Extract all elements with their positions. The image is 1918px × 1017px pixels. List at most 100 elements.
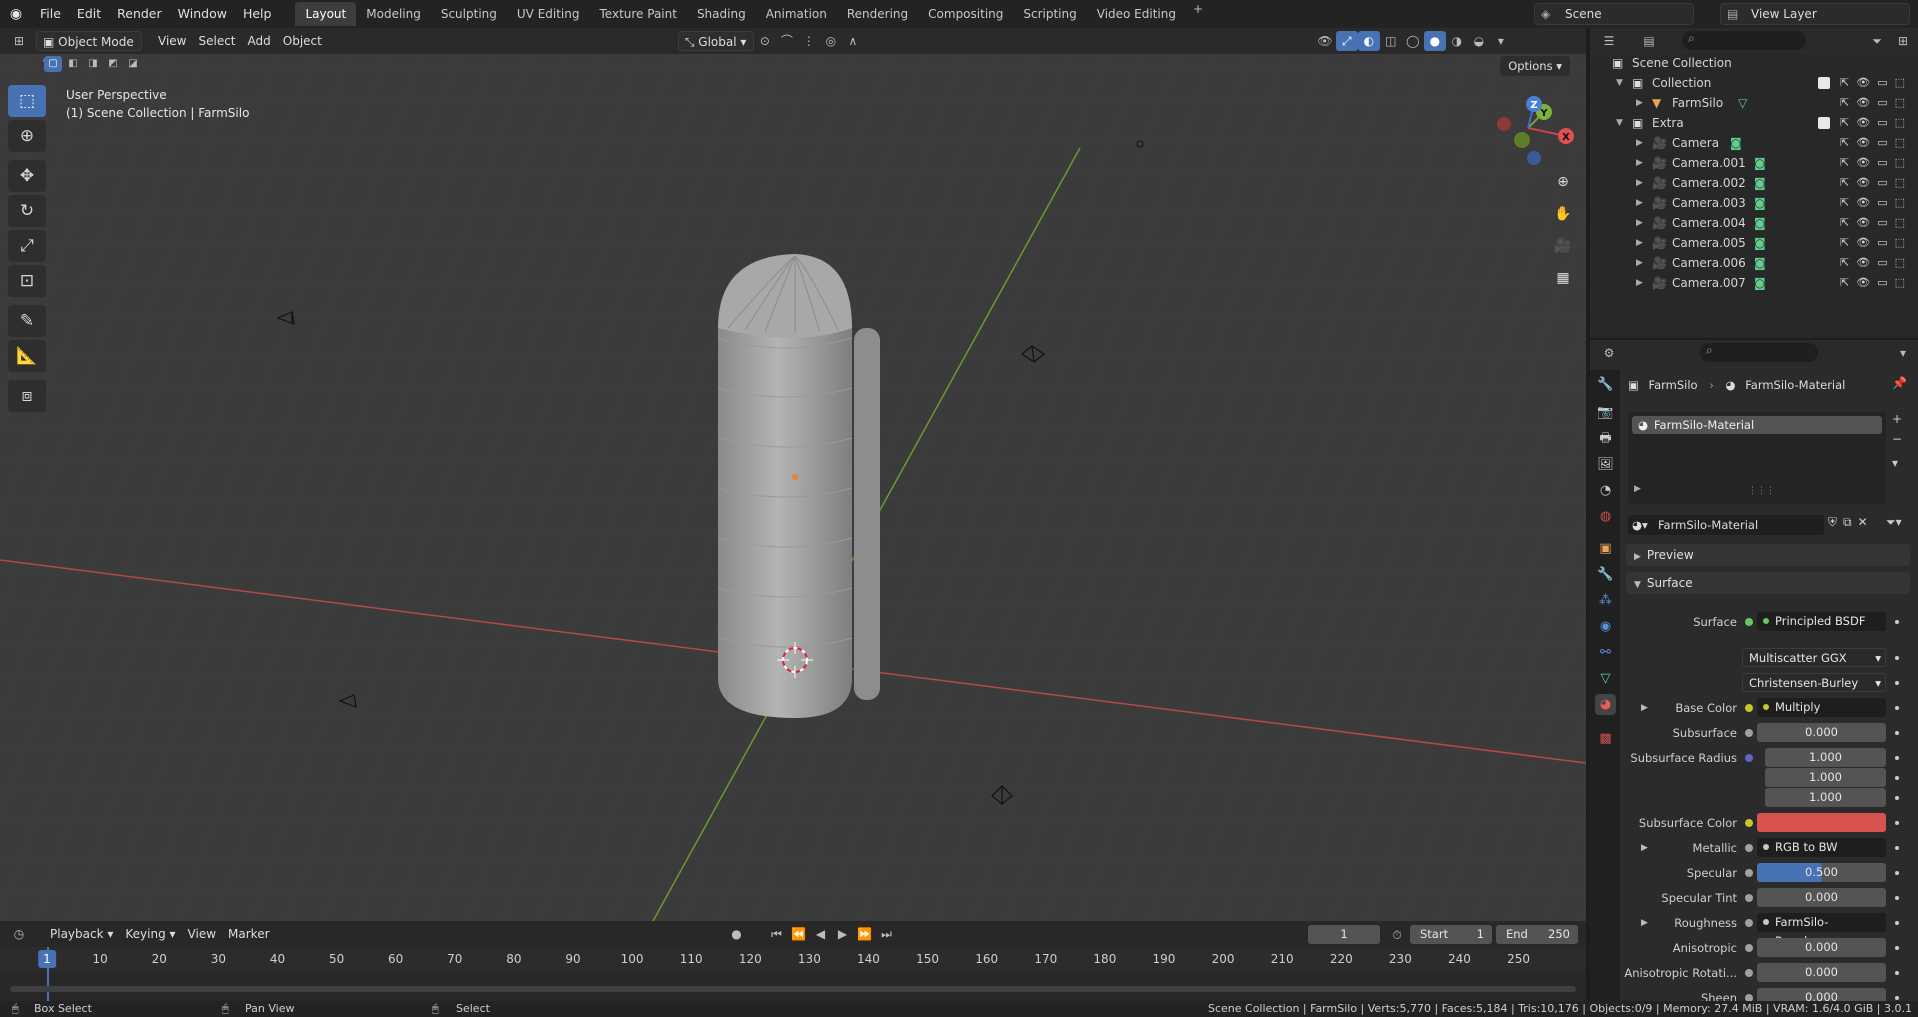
tab-compositing[interactable]: Compositing (918, 2, 1013, 26)
display-mode-icon[interactable]: ▤ (1638, 31, 1660, 51)
socket-icon[interactable] (1745, 919, 1753, 927)
roughness-field[interactable]: FarmSilo-Roughness.png (1757, 913, 1886, 948)
tab-shading[interactable]: Shading (687, 2, 756, 26)
outliner-row-camera-001[interactable]: ▶ 🎥 Camera.001 ◙ ⇱👁▭⬚ (1590, 153, 1918, 173)
keyframe-dot-icon[interactable] (1895, 871, 1899, 875)
scene-selector[interactable]: ◈ Scene (1534, 3, 1694, 25)
keyframe-dot-icon[interactable] (1895, 681, 1899, 685)
row-toggles[interactable]: ⇱👁▭⬚ (1840, 233, 1912, 253)
tab-animation[interactable]: Animation (756, 2, 837, 26)
metallic-field[interactable]: RGB to BW (1757, 838, 1886, 857)
outliner-type-icon[interactable]: ☰ (1598, 31, 1620, 51)
keyframe-dot-icon[interactable] (1895, 821, 1899, 825)
xray-icon[interactable]: ◫ (1380, 31, 1402, 51)
keyframe-dot-icon[interactable] (1895, 996, 1899, 1000)
anisotropic-rotation-field[interactable]: 0.000 (1757, 963, 1886, 982)
select-box-tool-icon[interactable]: ⬚ (8, 85, 46, 117)
menu-view[interactable]: View (152, 31, 192, 51)
property-value-field[interactable]: Christensen-Burley ▾ (1742, 673, 1886, 692)
keyframe-dot-icon[interactable] (1895, 706, 1899, 710)
select-intersect-icon[interactable]: ◪ (124, 56, 142, 72)
jump-start-icon[interactable]: ⏮ (766, 924, 788, 944)
snap-target-icon[interactable]: ⋮ (798, 31, 820, 51)
editor-type-icon[interactable]: ⊞ (8, 31, 30, 51)
property-value-field[interactable]: Multiscatter GGX ▾ (1742, 648, 1886, 667)
row-toggles[interactable]: ⇱👁▭⬚ (1840, 193, 1912, 213)
menu-select[interactable]: Select (192, 31, 241, 51)
expand-icon[interactable]: ▶ (1636, 173, 1643, 193)
specular-tint-field[interactable]: 0.000 (1757, 888, 1886, 907)
socket-icon[interactable] (1745, 704, 1753, 712)
row-toggles[interactable]: ⇱👁▭⬚ (1840, 273, 1912, 293)
proportional-edit-icon[interactable]: ◎ (820, 31, 842, 51)
add-cube-tool-icon[interactable]: ⧈ (8, 380, 46, 412)
outliner-row-scene-collection[interactable]: ▣ Scene Collection (1590, 53, 1918, 73)
keyframe-dot-icon[interactable] (1895, 731, 1899, 735)
specular-field[interactable]: 0.500 (1757, 863, 1886, 882)
scale-tool-icon[interactable]: ⤢ (8, 230, 46, 262)
expand-icon[interactable]: ▶ (1636, 273, 1643, 293)
timeline-view-menu[interactable]: View (182, 924, 222, 944)
keyframe-dot-icon[interactable] (1895, 796, 1899, 800)
play-reverse-icon[interactable]: ◀ (810, 924, 832, 944)
pan-hand-icon[interactable]: ✋ (1549, 200, 1577, 228)
collapse-icon[interactable]: ▼ (1616, 113, 1623, 133)
row-toggles[interactable]: ⇱👁▭⬚ (1840, 93, 1912, 113)
keyframe-dot-icon[interactable] (1895, 971, 1899, 975)
socket-icon[interactable] (1745, 819, 1753, 827)
anisotropic-field[interactable]: 0.000 (1757, 938, 1886, 957)
move-tool-icon[interactable]: ✥ (8, 160, 46, 192)
start-frame-field[interactable]: Start 1 (1410, 925, 1492, 944)
frame-ruler[interactable]: 10 20 30 40 50 60 70 80 90 100 110 120 130 140 150 160 1… (0, 947, 1586, 971)
playhead-frame-label[interactable]: 1 (38, 950, 56, 968)
property-value-field[interactable]: 1.000 (1765, 768, 1886, 787)
expand-icon[interactable]: ▶ (1641, 698, 1648, 718)
clock-icon[interactable]: ◷ (8, 924, 30, 944)
checkbox-icon[interactable] (1817, 117, 1830, 129)
visibility-icon[interactable]: 👁 (1314, 31, 1336, 51)
transform-orientation-dropdown[interactable]: ⤡ Global ▾ (677, 31, 754, 51)
row-toggles[interactable]: ⇱👁▭⬚ (1817, 113, 1912, 133)
socket-icon[interactable] (1745, 894, 1753, 902)
expand-icon[interactable]: ▶ (1636, 233, 1643, 253)
keyframe-dot-icon[interactable] (1895, 921, 1899, 925)
menu-help[interactable]: Help (235, 0, 280, 28)
stopwatch-icon[interactable]: ⏱ (1386, 925, 1408, 945)
row-toggles[interactable]: ⇱👁▭⬚ (1840, 153, 1912, 173)
tab-video-editing[interactable]: Video Editing (1087, 2, 1186, 26)
rotate-tool-icon[interactable]: ↻ (8, 195, 46, 227)
view-layer-selector[interactable]: ▤ View Layer (1720, 3, 1910, 25)
measure-tool-icon[interactable]: 📐 (8, 340, 46, 372)
ortho-toggle-icon[interactable]: ▦ (1549, 264, 1577, 292)
jump-key-back-icon[interactable]: ⏪ (788, 924, 810, 944)
mode-dropdown[interactable]: ▣ Object Mode ▾ (36, 31, 142, 69)
outliner-row-camera-002[interactable]: ▶ 🎥 Camera.002 ◙ ⇱👁▭⬚ (1590, 173, 1918, 193)
material-shading-icon[interactable]: ◑ (1446, 31, 1468, 51)
keyframe-dot-icon[interactable] (1895, 846, 1899, 850)
subsurface-color-field[interactable] (1757, 813, 1886, 832)
jump-key-forward-icon[interactable]: ⏩ (854, 924, 876, 944)
expand-icon[interactable]: ▶ (1636, 93, 1643, 113)
outliner-row-camera-004[interactable]: ▶ 🎥 Camera.004 ◙ ⇱👁▭⬚ (1590, 213, 1918, 233)
options-button[interactable]: Options ▾ (1500, 56, 1570, 76)
record-icon[interactable]: ● (726, 924, 748, 944)
end-frame-field[interactable]: End 250 (1496, 925, 1578, 944)
solid-shading-icon[interactable]: ● (1423, 31, 1446, 51)
select-new-icon[interactable]: ▢ (44, 56, 62, 72)
tab-rendering[interactable]: Rendering (837, 2, 918, 26)
menu-file[interactable]: File (32, 0, 69, 28)
keyframe-dot-icon[interactable] (1895, 620, 1899, 624)
annotate-tool-icon[interactable]: ✎ (8, 305, 46, 337)
outliner-row-camera-006[interactable]: ▶ 🎥 Camera.006 ◙ ⇱👁▭⬚ (1590, 253, 1918, 273)
expand-icon[interactable]: ▶ (1636, 193, 1643, 213)
current-frame-field[interactable]: 1 (1308, 925, 1380, 944)
menu-render[interactable]: Render (109, 0, 170, 28)
keyframe-dot-icon[interactable] (1895, 656, 1899, 660)
add-workspace-icon[interactable]: + (1186, 2, 1210, 26)
row-toggles[interactable]: ⇱👁▭⬚ (1817, 73, 1912, 93)
outliner-row-collection[interactable]: ▼ ▣ Collection ⇱👁▭⬚ (1590, 73, 1918, 93)
row-toggles[interactable]: ⇱👁▭⬚ (1840, 213, 1912, 233)
socket-icon[interactable] (1745, 844, 1753, 852)
tab-uv-editing[interactable]: UV Editing (507, 2, 590, 26)
menu-window[interactable]: Window (170, 0, 235, 28)
